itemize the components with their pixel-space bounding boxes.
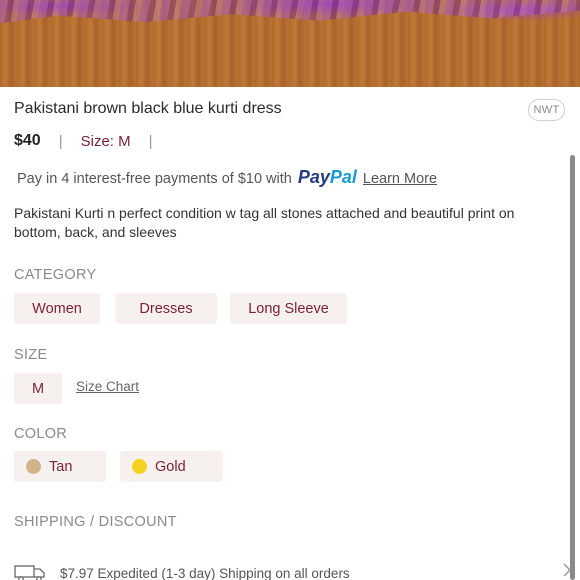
listing-title: Pakistani brown black blue kurti dress [14, 100, 282, 117]
price-row: $40 | Size: M | [14, 132, 153, 150]
color-chip-gold[interactable]: Gold [120, 451, 223, 482]
size-text: Size: M [80, 132, 131, 150]
size-chip[interactable]: M [14, 373, 62, 404]
condition-badge: NWT [528, 99, 565, 121]
category-chip-women[interactable]: Women [14, 293, 100, 324]
category-heading: CATEGORY [14, 267, 97, 283]
tan-swatch-icon [26, 459, 41, 474]
color-chip-tan[interactable]: Tan [14, 451, 106, 482]
learn-more-link[interactable]: Learn More [363, 171, 437, 187]
price: $40 [14, 132, 41, 149]
size-chart-link[interactable]: Size Chart [76, 379, 139, 394]
listing-description: Pakistani Kurti n perfect condition w ta… [14, 205, 515, 240]
paypal-logo: PayPal [297, 167, 357, 187]
category-chip-dresses[interactable]: Dresses [115, 293, 217, 324]
divider: | [58, 132, 63, 150]
color-heading: COLOR [14, 426, 68, 442]
scrollbar[interactable] [570, 155, 575, 580]
shipping-text: $7.97 Expedited (1-3 day) Shipping on al… [60, 565, 350, 580]
size-heading: SIZE [14, 347, 48, 363]
paypal-prefix-text: Pay in 4 interest-free payments of $10 w… [17, 171, 292, 187]
product-photo[interactable] [0, 0, 580, 87]
truck-icon [14, 564, 46, 580]
shipping-heading: SHIPPING / DISCOUNT [14, 514, 177, 530]
listing-details: Pakistani brown black blue kurti dress N… [0, 87, 580, 580]
category-chip-long-sleeve[interactable]: Long Sleeve [230, 293, 347, 324]
shipping-row[interactable]: $7.97 Expedited (1-3 day) Shipping on al… [14, 562, 574, 580]
paypal-installments: Pay in 4 interest-free payments of $10 w… [17, 167, 437, 188]
divider: | [148, 132, 153, 150]
gold-swatch-icon [132, 459, 147, 474]
